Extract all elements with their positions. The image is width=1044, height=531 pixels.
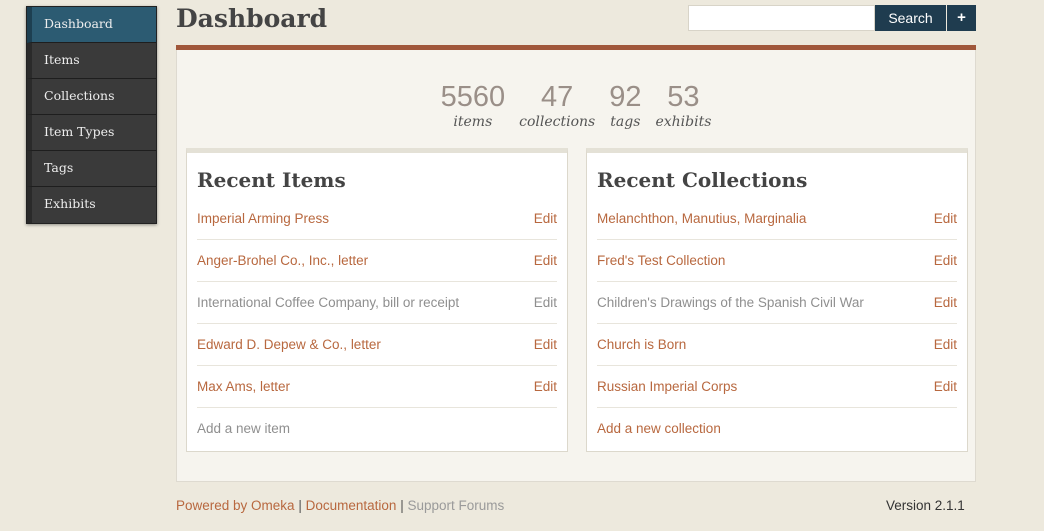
dashboard-main: 5560 items 47 collections 92 tags 53 exh… — [176, 50, 976, 482]
nav-item-exhibits[interactable]: Exhibits — [27, 187, 156, 223]
edit-link[interactable]: Edit — [534, 211, 557, 226]
edit-link[interactable]: Edit — [534, 295, 557, 310]
support-forums-link[interactable]: Support Forums — [407, 498, 504, 513]
stat-exhibits[interactable]: 53 exhibits — [655, 80, 711, 130]
footer-separator: | — [298, 498, 302, 513]
add-collection-link[interactable]: Add a new collection — [597, 421, 721, 436]
list-item: Anger-Brohel Co., Inc., letter Edit — [197, 240, 557, 282]
edit-link[interactable]: Edit — [934, 211, 957, 226]
list-item: International Coffee Company, bill or re… — [197, 282, 557, 324]
stat-label: exhibits — [655, 114, 712, 130]
recent-items-panel: Recent Items Imperial Arming Press Edit … — [186, 148, 568, 452]
advanced-search-button[interactable]: + — [947, 5, 976, 31]
nav-item-dashboard[interactable]: Dashboard — [27, 7, 156, 43]
item-title-link[interactable]: Anger-Brohel Co., Inc., letter — [197, 253, 368, 268]
nav-item-tags[interactable]: Tags — [27, 151, 156, 187]
collection-title-link[interactable]: Melanchthon, Manutius, Marginalia — [597, 211, 806, 226]
list-item: Children's Drawings of the Spanish Civil… — [597, 282, 957, 324]
stats-bar: 5560 items 47 collections 92 tags 53 exh… — [177, 80, 975, 130]
panel-title: Recent Items — [197, 168, 346, 192]
nav-item-collections[interactable]: Collections — [27, 79, 156, 115]
edit-link[interactable]: Edit — [534, 253, 557, 268]
nav-item-item-types[interactable]: Item Types — [27, 115, 156, 151]
stat-label: tags — [610, 114, 641, 130]
stat-count: 53 — [667, 81, 700, 113]
stat-label: items — [453, 114, 493, 130]
list-item: Russian Imperial Corps Edit — [597, 366, 957, 408]
edit-link[interactable]: Edit — [534, 337, 557, 352]
stat-label: collections — [519, 114, 596, 130]
item-title-link[interactable]: Imperial Arming Press — [197, 211, 329, 226]
panel-title: Recent Collections — [597, 168, 808, 192]
stat-collections[interactable]: 47 collections — [519, 80, 595, 130]
list-item: Edward D. Depew & Co., letter Edit — [197, 324, 557, 366]
stat-count: 47 — [541, 81, 574, 113]
footer: Powered by Omeka | Documentation | Suppo… — [176, 498, 504, 513]
stat-tags[interactable]: 92 tags — [609, 80, 641, 130]
search-button[interactable]: Search — [875, 5, 946, 31]
stat-items[interactable]: 5560 items — [441, 80, 506, 130]
powered-by-link[interactable]: Powered by Omeka — [176, 498, 295, 513]
search-input[interactable] — [688, 5, 875, 31]
edit-link[interactable]: Edit — [934, 253, 957, 268]
list-item: Church is Born Edit — [597, 324, 957, 366]
edit-link[interactable]: Edit — [934, 379, 957, 394]
item-title-link[interactable]: Edward D. Depew & Co., letter — [197, 337, 381, 352]
collection-title-link[interactable]: Children's Drawings of the Spanish Civil… — [597, 295, 864, 310]
list-item: Imperial Arming Press Edit — [197, 198, 557, 240]
list-item: Melanchthon, Manutius, Marginalia Edit — [597, 198, 957, 240]
edit-link[interactable]: Edit — [934, 295, 957, 310]
collection-title-link[interactable]: Church is Born — [597, 337, 686, 352]
nav-item-items[interactable]: Items — [27, 43, 156, 79]
list-item: Max Ams, letter Edit — [197, 366, 557, 408]
footer-separator: | — [400, 498, 404, 513]
item-title-link[interactable]: International Coffee Company, bill or re… — [197, 295, 459, 310]
documentation-link[interactable]: Documentation — [306, 498, 397, 513]
sidebar-nav: Dashboard Items Collections Item Types T… — [26, 6, 157, 224]
stat-count: 92 — [609, 81, 642, 113]
list-item: Fred's Test Collection Edit — [597, 240, 957, 282]
edit-link[interactable]: Edit — [934, 337, 957, 352]
recent-collections-panel: Recent Collections Melanchthon, Manutius… — [586, 148, 968, 452]
collection-title-link[interactable]: Russian Imperial Corps — [597, 379, 737, 394]
version-label: Version 2.1.1 — [886, 498, 965, 513]
add-item-link[interactable]: Add a new item — [197, 421, 290, 436]
page-title: Dashboard — [176, 4, 328, 33]
item-title-link[interactable]: Max Ams, letter — [197, 379, 290, 394]
collection-title-link[interactable]: Fred's Test Collection — [597, 253, 725, 268]
edit-link[interactable]: Edit — [534, 379, 557, 394]
stat-count: 5560 — [440, 81, 506, 113]
